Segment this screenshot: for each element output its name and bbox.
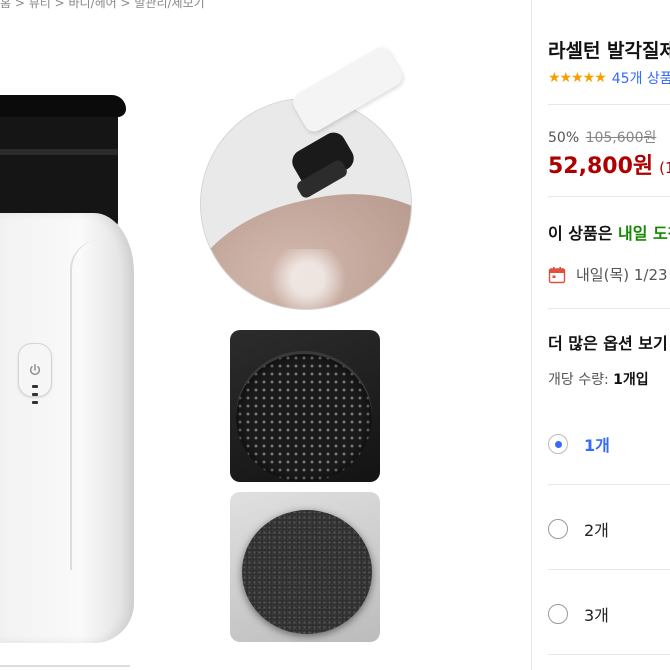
device-cap bbox=[0, 95, 126, 117]
discount-row: 50% 105,600원 bbox=[548, 127, 656, 147]
product-title: 라셀턴 발각질제거기 bbox=[548, 40, 670, 62]
divider bbox=[548, 308, 670, 309]
usage-detail-image[interactable] bbox=[200, 98, 412, 310]
fine-roller-disk bbox=[236, 354, 372, 482]
more-options-heading[interactable]: 더 많은 옵션 보기 bbox=[548, 330, 668, 354]
option-3[interactable]: 3개 bbox=[548, 592, 670, 636]
option-label: 1개 bbox=[584, 436, 610, 455]
rating-row[interactable]: ★★★★★ 45개 상품평 bbox=[548, 68, 670, 88]
discount-percent: 50% bbox=[548, 130, 580, 146]
option-label: 2개 bbox=[584, 521, 609, 540]
original-price: 105,600원 bbox=[585, 130, 657, 146]
divider bbox=[548, 654, 670, 655]
divider bbox=[548, 484, 670, 485]
sale-price-row: 52,800원 (1개당 52,800원) bbox=[548, 148, 670, 180]
unit-quantity-value: 1개입 bbox=[613, 372, 649, 388]
dead-skin-area bbox=[263, 249, 353, 309]
option-radio[interactable] bbox=[548, 604, 568, 624]
delivery-heading-prefix: 이 상품은 bbox=[548, 224, 613, 243]
divider bbox=[548, 569, 670, 570]
review-count-link[interactable]: 45개 상품평 bbox=[612, 68, 670, 88]
option-1[interactable]: 1개 bbox=[548, 422, 670, 466]
sale-price: 52,800원 bbox=[548, 154, 654, 179]
option-label: 3개 bbox=[584, 606, 609, 625]
power-icon bbox=[29, 364, 41, 375]
device-head-ring bbox=[0, 149, 118, 155]
unit-quantity-label: 개당 수량: bbox=[548, 372, 609, 388]
fine-roller-thumbnail[interactable] bbox=[230, 330, 380, 482]
device-body bbox=[0, 213, 134, 643]
delivery-date: 내일(목) 1/23 도착 보장 bbox=[576, 266, 670, 284]
option-radio[interactable] bbox=[548, 519, 568, 539]
product-info-panel: 라셀턴 발각질제거기 ★★★★★ 45개 상품평 50% 105,600원 52… bbox=[548, 0, 670, 670]
delivery-heading: 이 상품은 내일 도착 보장 bbox=[548, 220, 670, 244]
star-icon: ★★★★★ bbox=[548, 70, 607, 86]
option-2[interactable]: 2개 bbox=[548, 507, 670, 551]
unit-price-note: (1개당 52,800원) bbox=[659, 159, 670, 177]
delivery-date-row: 내일(목) 1/23 도착 보장 bbox=[548, 264, 670, 285]
unit-quantity: 개당 수량: 1개입 bbox=[548, 369, 649, 389]
option-radio-selected[interactable] bbox=[548, 434, 568, 454]
delivery-guarantee: 내일 도착 보장 bbox=[618, 224, 670, 243]
device-battery-leds bbox=[32, 385, 38, 409]
divider bbox=[548, 196, 670, 197]
coarse-roller-thumbnail[interactable] bbox=[230, 492, 380, 642]
main-product-image[interactable] bbox=[0, 95, 140, 670]
device-groove bbox=[70, 240, 100, 570]
calendar-icon bbox=[548, 266, 566, 283]
coarse-roller-disk bbox=[242, 510, 372, 634]
column-divider bbox=[531, 0, 532, 670]
divider bbox=[548, 104, 670, 105]
breadcrumb[interactable]: 홈 > 뷰티 > 바디/헤어 > 발관리/제모기 bbox=[0, 0, 205, 11]
image-baseline bbox=[0, 665, 130, 667]
